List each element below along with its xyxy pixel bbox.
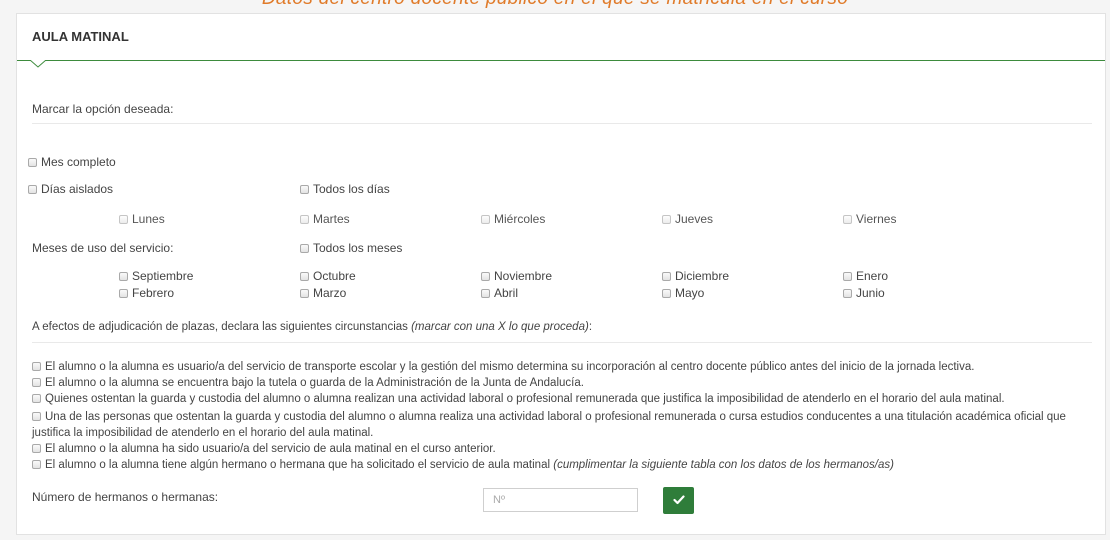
separator bbox=[32, 123, 1092, 124]
checkbox[interactable] bbox=[662, 272, 671, 281]
month-label: Abril bbox=[494, 286, 519, 300]
day-miercoles[interactable]: Miércoles bbox=[481, 212, 545, 226]
checkbox[interactable] bbox=[32, 378, 41, 387]
day-lunes[interactable]: Lunes bbox=[119, 212, 165, 226]
circumstance-item[interactable]: El alumno o la alumna tiene algún herman… bbox=[32, 459, 894, 471]
month-febrero[interactable]: Febrero bbox=[119, 286, 174, 300]
circumstance-text: El alumno o la alumna ha sido usuario/a … bbox=[45, 443, 496, 455]
month-marzo[interactable]: Marzo bbox=[300, 286, 346, 300]
month-septiembre[interactable]: Septiembre bbox=[119, 269, 193, 283]
day-label: Viernes bbox=[856, 212, 897, 226]
circumstance-text: El alumno o la alumna tiene algún herman… bbox=[45, 459, 554, 471]
month-label: Febrero bbox=[132, 286, 175, 300]
month-label: Marzo bbox=[313, 286, 347, 300]
option-label: Todos los meses bbox=[313, 241, 403, 255]
checkbox[interactable] bbox=[481, 272, 490, 281]
month-label: Octubre bbox=[313, 269, 356, 283]
panel-title: AULA MATINAL bbox=[32, 29, 129, 44]
month-label: Junio bbox=[856, 286, 885, 300]
circumstance-item[interactable]: El alumno o la alumna se encuentra bajo … bbox=[32, 377, 584, 389]
circumstance-item[interactable]: Quienes ostentan la guarda y custodia de… bbox=[32, 393, 1005, 405]
month-octubre[interactable]: Octubre bbox=[300, 269, 356, 283]
month-label: Diciembre bbox=[675, 269, 730, 283]
day-jueves[interactable]: Jueves bbox=[662, 212, 713, 226]
panel-divider bbox=[17, 60, 1105, 61]
meses-label: Meses de uso del servicio: bbox=[32, 241, 174, 255]
month-label: Mayo bbox=[675, 286, 705, 300]
siblings-label: Número de hermanos o hermanas: bbox=[32, 490, 219, 504]
circumstance-text: Una de las personas que ostentan la guar… bbox=[32, 411, 1066, 439]
checkbox[interactable] bbox=[119, 215, 128, 224]
option-mes-completo[interactable]: Mes completo bbox=[28, 155, 116, 169]
checkbox[interactable] bbox=[32, 460, 41, 469]
checkbox[interactable] bbox=[843, 215, 852, 224]
option-label: Mes completo bbox=[41, 155, 116, 169]
circumstance-text: Quienes ostentan la guarda y custodia de… bbox=[45, 393, 1005, 405]
checkbox[interactable] bbox=[843, 272, 852, 281]
page-heading: Datos del centro docente público en el q… bbox=[0, 0, 1110, 10]
checkbox[interactable] bbox=[32, 444, 41, 453]
siblings-count-input[interactable] bbox=[483, 488, 638, 512]
checkbox[interactable] bbox=[119, 289, 128, 298]
checkbox[interactable] bbox=[32, 394, 41, 403]
intro-text: A efectos de adjudicación de plazas, dec… bbox=[32, 321, 412, 333]
option-todos-los-meses[interactable]: Todos los meses bbox=[300, 241, 402, 255]
confirm-button[interactable] bbox=[663, 487, 694, 514]
month-junio[interactable]: Junio bbox=[843, 286, 885, 300]
month-label: Enero bbox=[856, 269, 889, 283]
intro-note: (marcar con una X lo que proceda) bbox=[411, 321, 589, 333]
option-dias-aislados[interactable]: Días aislados bbox=[28, 182, 113, 196]
checkbox[interactable] bbox=[28, 185, 37, 194]
checkbox[interactable] bbox=[300, 185, 309, 194]
checkbox[interactable] bbox=[28, 158, 37, 167]
day-label: Lunes bbox=[132, 212, 165, 226]
day-label: Jueves bbox=[675, 212, 714, 226]
checkbox[interactable] bbox=[481, 289, 490, 298]
month-mayo[interactable]: Mayo bbox=[662, 286, 704, 300]
option-todos-los-dias[interactable]: Todos los días bbox=[300, 182, 390, 196]
month-enero[interactable]: Enero bbox=[843, 269, 888, 283]
circumstance-item[interactable]: El alumno o la alumna ha sido usuario/a … bbox=[32, 443, 496, 455]
circumstance-text: El alumno o la alumna es usuario/a del s… bbox=[45, 361, 975, 373]
aula-matinal-panel: AULA MATINAL Marcar la opción deseada: M… bbox=[16, 13, 1106, 535]
circumstance-item[interactable]: Una de las personas que ostentan la guar… bbox=[32, 409, 1092, 441]
checkbox[interactable] bbox=[300, 289, 309, 298]
option-label: Días aislados bbox=[41, 182, 114, 196]
day-label: Miércoles bbox=[494, 212, 546, 226]
separator bbox=[32, 342, 1092, 343]
day-martes[interactable]: Martes bbox=[300, 212, 350, 226]
checkbox[interactable] bbox=[481, 215, 490, 224]
month-label: Septiembre bbox=[132, 269, 194, 283]
checkbox[interactable] bbox=[662, 289, 671, 298]
month-abril[interactable]: Abril bbox=[481, 286, 518, 300]
checkbox[interactable] bbox=[300, 215, 309, 224]
checkbox[interactable] bbox=[300, 244, 309, 253]
month-noviembre[interactable]: Noviembre bbox=[481, 269, 552, 283]
checkbox[interactable] bbox=[843, 289, 852, 298]
checkbox[interactable] bbox=[32, 412, 41, 421]
checkbox[interactable] bbox=[119, 272, 128, 281]
check-icon bbox=[672, 493, 685, 508]
day-label: Martes bbox=[313, 212, 350, 226]
month-diciembre[interactable]: Diciembre bbox=[662, 269, 729, 283]
month-label: Noviembre bbox=[494, 269, 553, 283]
checkbox[interactable] bbox=[32, 362, 41, 371]
option-label: Todos los días bbox=[313, 182, 390, 196]
circumstances-intro: A efectos de adjudicación de plazas, dec… bbox=[32, 321, 592, 333]
circumstance-text: El alumno o la alumna se encuentra bajo … bbox=[45, 377, 584, 389]
checkbox[interactable] bbox=[662, 215, 671, 224]
checkbox[interactable] bbox=[300, 272, 309, 281]
circumstance-note: (cumplimentar la siguiente tabla con los… bbox=[553, 459, 894, 471]
intro-end: : bbox=[588, 321, 593, 333]
day-viernes[interactable]: Viernes bbox=[843, 212, 896, 226]
instruction-text: Marcar la opción deseada: bbox=[32, 102, 174, 116]
circumstance-item[interactable]: El alumno o la alumna es usuario/a del s… bbox=[32, 361, 974, 373]
